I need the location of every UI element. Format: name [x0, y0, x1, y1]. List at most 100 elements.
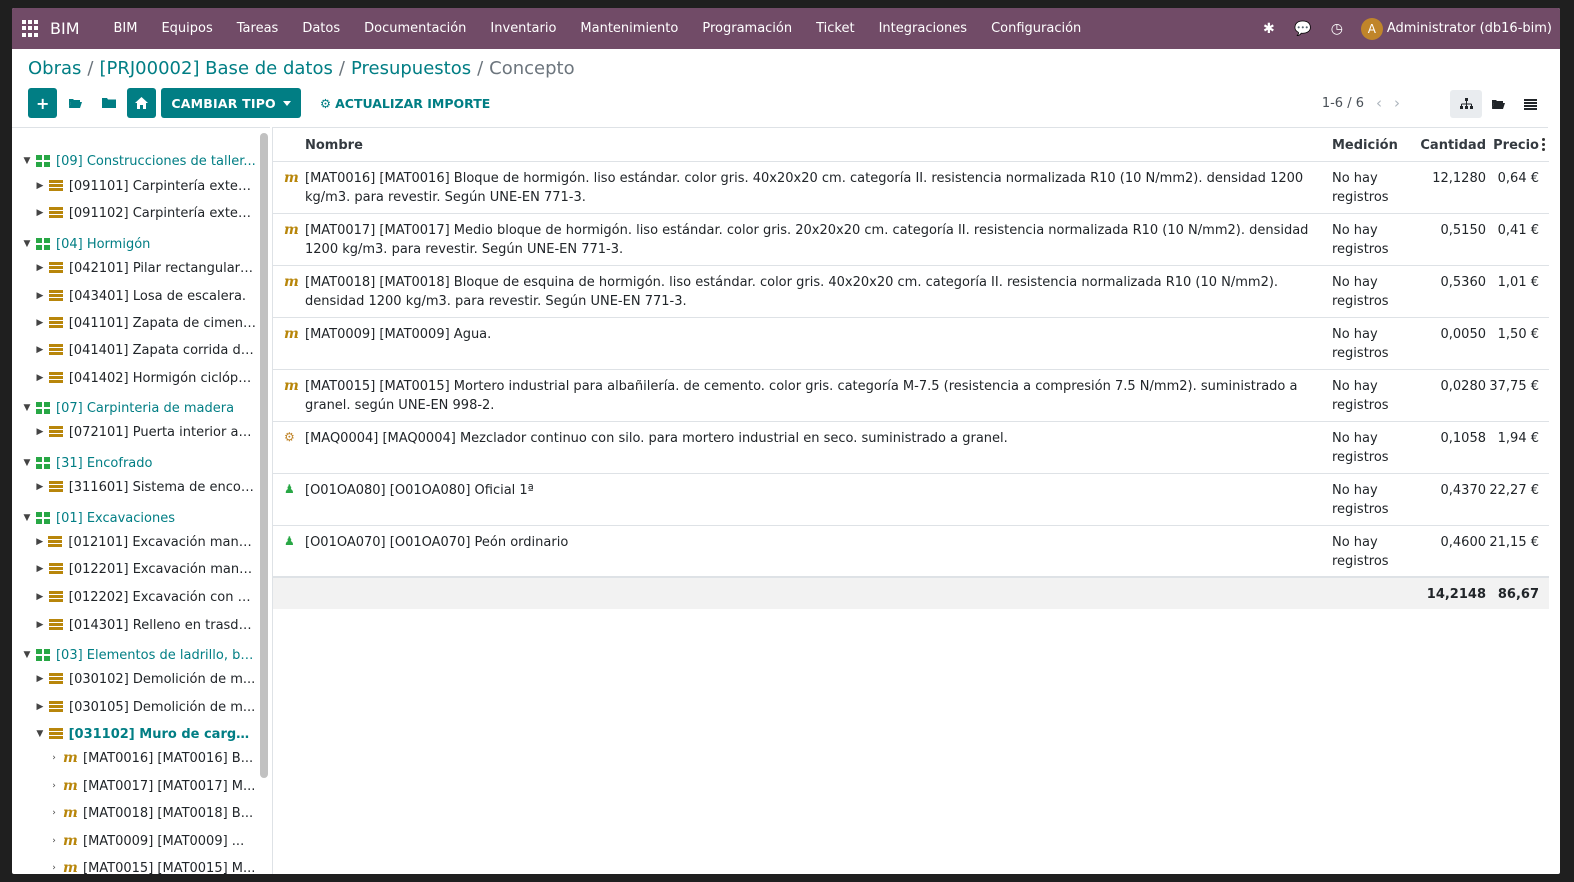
tree-node[interactable]: ▶ [030102] Demolición de m... — [12, 669, 256, 689]
caret-right-icon[interactable]: ▶ — [35, 564, 45, 574]
chevron-left-icon[interactable]: ‹ — [1376, 94, 1382, 112]
tree-node[interactable]: ▶ [091102] Carpintería exteri... — [12, 203, 256, 223]
column-header-measure[interactable]: Medición — [1332, 128, 1398, 162]
tree-node[interactable]: ▶ [041101] Zapata de ciment... — [12, 313, 256, 333]
breadcrumb-item-obras[interactable]: Obras — [28, 58, 81, 79]
tree-node[interactable]: › m [MAT0009] [MAT0009] ... — [12, 831, 256, 851]
caret-right-icon[interactable]: › — [49, 863, 59, 873]
table-row[interactable]: m [MAT0017] [MAT0017] Medio bloque de hor… — [273, 214, 1549, 266]
folder-button[interactable] — [94, 88, 124, 118]
tree-node[interactable]: ▶ [311601] Sistema de encofr... — [12, 477, 256, 497]
caret-down-icon[interactable]: ▼ — [22, 156, 32, 166]
caret-right-icon[interactable]: ▶ — [35, 373, 45, 383]
caret-down-icon[interactable]: ▼ — [22, 403, 32, 413]
caret-right-icon[interactable]: ▶ — [35, 482, 45, 492]
caret-right-icon[interactable]: ▶ — [35, 427, 45, 437]
tree-node[interactable]: ▼ [01] Excavaciones — [12, 508, 256, 528]
caret-right-icon[interactable]: › — [49, 781, 59, 791]
tree-node[interactable]: ▶ [043401] Losa de escalera. — [12, 286, 256, 306]
tree-node[interactable]: ▶ [012202] Excavación con m... — [12, 587, 256, 607]
menu-item-datos[interactable]: Datos — [290, 21, 352, 36]
column-options-icon[interactable] — [1542, 138, 1546, 151]
menu-item-equipos[interactable]: Equipos — [149, 21, 224, 36]
caret-right-icon[interactable]: ▶ — [35, 291, 45, 301]
table-row[interactable]: m [MAT0009] [MAT0009] Agua. No hay registr… — [273, 318, 1549, 370]
caret-down-icon[interactable]: ▼ — [22, 239, 32, 249]
caret-right-icon[interactable]: ▶ — [35, 674, 45, 684]
tree-node[interactable]: › m [MAT0017] [MAT0017] M... — [12, 776, 256, 796]
user-menu[interactable]: A Administrator (db16-bim) — [1360, 17, 1552, 40]
caret-right-icon[interactable]: › — [49, 836, 59, 846]
chevron-right-icon[interactable]: › — [1394, 94, 1400, 112]
pager-value[interactable]: 1-6 / 6 — [1322, 96, 1364, 111]
caret-right-icon[interactable]: ▶ — [35, 702, 45, 712]
list-view-button[interactable] — [1514, 90, 1546, 118]
brand-title[interactable]: BIM — [50, 19, 80, 38]
caret-down-icon[interactable]: ▼ — [22, 458, 32, 468]
tree-node[interactable]: ▼ [04] Hormigón — [12, 234, 256, 254]
caret-right-icon[interactable]: ▶ — [35, 620, 45, 630]
caret-right-icon[interactable]: › — [49, 753, 59, 763]
menu-item-ticket[interactable]: Ticket — [804, 21, 866, 36]
caret-down-icon[interactable]: ▼ — [22, 513, 32, 523]
tree-node[interactable]: ▶ [014301] Relleno en trasdó... — [12, 615, 256, 635]
table-row[interactable]: ⚙ [MAQ0004] [MAQ0004] Mezclador continuo … — [273, 422, 1549, 474]
caret-right-icon[interactable]: ▶ — [35, 181, 45, 191]
caret-down-icon[interactable]: ▼ — [22, 650, 32, 660]
breadcrumb-item-project[interactable]: [PRJ00002] Base de datos — [99, 58, 332, 79]
update-amount-button[interactable]: ⚙ ACTUALIZAR IMPORTE — [312, 88, 498, 118]
caret-right-icon[interactable]: ▶ — [35, 345, 45, 355]
menu-item-tareas[interactable]: Tareas — [225, 21, 291, 36]
tree-node[interactable]: ▶ [012201] Excavación manu... — [12, 559, 256, 579]
tree-node[interactable]: › m [MAT0018] [MAT0018] B... — [12, 803, 256, 823]
caret-right-icon[interactable]: ▶ — [35, 537, 44, 547]
caret-right-icon[interactable]: › — [49, 808, 59, 818]
tree-node[interactable]: ▶ [041402] Hormigón ciclópe... — [12, 368, 256, 388]
tree-node[interactable]: ▶ [012101] Excavación manua... — [12, 532, 256, 552]
tree-node[interactable]: ▼ [09] Construcciones de taller... — [12, 151, 256, 171]
breadcrumb-item-budgets[interactable]: Presupuestos — [351, 58, 471, 79]
tree-node[interactable]: ▼ [07] Carpinteria de madera — [12, 398, 256, 418]
open-folder-button[interactable] — [60, 88, 91, 118]
caret-down-icon[interactable]: ▼ — [35, 729, 45, 739]
column-header-price[interactable]: Precio — [1488, 128, 1539, 162]
tree-node[interactable]: ▶ [041401] Zapata corrida de... — [12, 340, 256, 360]
menu-item-documentaci-n[interactable]: Documentación — [352, 21, 478, 36]
tree-node[interactable]: ▶ [042101] Pilar rectangular ... — [12, 258, 256, 278]
menu-item-programaci-n[interactable]: Programación — [690, 21, 804, 36]
menu-item-mantenimiento[interactable]: Mantenimiento — [568, 21, 690, 36]
tree-node[interactable]: ▶ [030105] Demolición de m... — [12, 697, 256, 717]
folder-view-button[interactable] — [1482, 90, 1514, 118]
menu-item-integraciones[interactable]: Integraciones — [867, 21, 979, 36]
table-row[interactable]: m [MAT0016] [MAT0016] Bloque de hormigón.… — [273, 162, 1549, 214]
bug-icon[interactable]: ✱ — [1259, 21, 1279, 37]
caret-right-icon[interactable]: ▶ — [35, 208, 45, 218]
tree-node[interactable]: › m [MAT0016] [MAT0016] B... — [12, 748, 256, 768]
column-header-qty[interactable]: Cantidad — [1413, 128, 1486, 162]
tree-node[interactable]: ▼ [031102] Muro de carga ... — [12, 724, 256, 744]
tree-node[interactable]: › m [MAT0015] [MAT0015] M... — [12, 858, 256, 874]
tree-node[interactable]: ▶ [091101] Carpintería exteri... — [12, 176, 256, 196]
table-row[interactable]: m [MAT0018] [MAT0018] Bloque de esquina d… — [273, 266, 1549, 318]
chat-icon[interactable]: 💬 — [1293, 21, 1313, 37]
clock-icon[interactable]: ◷ — [1327, 21, 1347, 37]
change-type-dropdown[interactable]: CAMBIAR TIPO — [161, 88, 301, 118]
column-header-name[interactable]: Nombre — [305, 128, 363, 162]
apps-grid-icon[interactable] — [22, 19, 40, 38]
caret-right-icon[interactable]: ▶ — [35, 263, 45, 273]
table-row[interactable]: ♟ [O01OA080] [O01OA080] Oficial 1ª No hay … — [273, 474, 1549, 526]
tree-node[interactable]: ▶ [072101] Puerta interior ab... — [12, 422, 256, 442]
tree-node[interactable]: ▼ [03] Elementos de ladrillo, bl... — [12, 645, 256, 665]
table-row[interactable]: ♟ [O01OA070] [O01OA070] Peón ordinario No … — [273, 526, 1549, 578]
menu-item-configuraci-n[interactable]: Configuración — [979, 21, 1093, 36]
table-row[interactable]: m [MAT0015] [MAT0015] Mortero industrial … — [273, 370, 1549, 422]
hierarchy-view-button[interactable] — [1450, 90, 1482, 118]
add-button[interactable]: + — [28, 88, 58, 118]
caret-right-icon[interactable]: ▶ — [35, 592, 45, 602]
menu-item-inventario[interactable]: Inventario — [478, 21, 568, 36]
sidebar-scrollbar[interactable] — [260, 133, 268, 778]
tree-node[interactable]: ▼ [31] Encofrado — [12, 453, 256, 473]
menu-item-bim[interactable]: BIM — [102, 21, 150, 36]
home-button[interactable] — [127, 88, 157, 118]
caret-right-icon[interactable]: ▶ — [35, 318, 45, 328]
